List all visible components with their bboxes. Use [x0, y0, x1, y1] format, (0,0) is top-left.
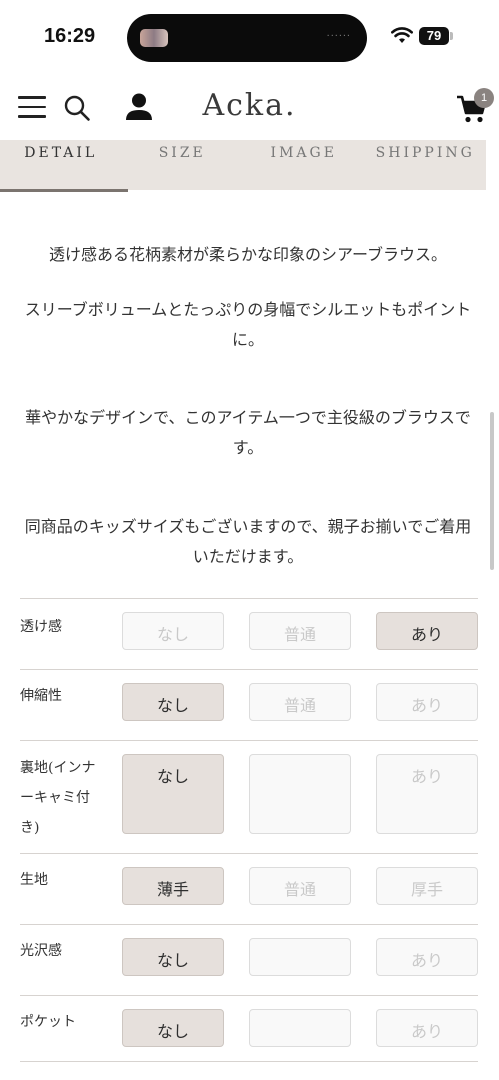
attribute-option [249, 938, 351, 976]
attribute-option: 普通 [249, 867, 351, 905]
attribute-option [249, 754, 351, 834]
attribute-row-gloss: 光沢感 なし あり [20, 924, 478, 995]
attribute-row-pocket: ポケット なし あり [20, 995, 478, 1062]
attribute-option [249, 1009, 351, 1047]
attribute-row-fabric: 生地 薄手 普通 厚手 [20, 853, 478, 924]
attribute-option: なし [122, 612, 224, 650]
attribute-option: あり [376, 754, 478, 834]
attribute-option-selected: なし [122, 1009, 224, 1047]
attribute-label: 伸縮性 [20, 688, 62, 704]
attribute-option-selected: 薄手 [122, 867, 224, 905]
description-paragraph: 同商品のキッズサイズもございますので、親子お揃いでご着用いただけます。 [24, 517, 472, 566]
attribute-option-selected: なし [122, 754, 224, 834]
battery-icon: 79 [419, 27, 449, 45]
tab-detail[interactable]: DETAIL [0, 140, 128, 192]
site-header: Acka. [0, 80, 499, 138]
attribute-option: あり [376, 938, 478, 976]
description-paragraph: 透け感ある花柄素材が柔らかな印象のシアーブラウス。 [48, 245, 448, 264]
tab-size[interactable]: SIZE [122, 140, 244, 190]
attribute-label: ポケット [20, 1014, 76, 1030]
attribute-row-stretch: 伸縮性 なし 普通 あり [20, 669, 478, 740]
media-thumbnail [140, 29, 168, 47]
description-paragraph: 華やかなデザインで、このアイテム一つで主役級のブラウスです。 [25, 408, 471, 457]
island-dots: ...... [326, 27, 351, 39]
scrollbar[interactable] [490, 412, 494, 570]
status-time: 16:29 [44, 25, 96, 47]
wifi-icon [391, 27, 413, 43]
attribute-option-selected: あり [376, 612, 478, 650]
attribute-label: 生地 [20, 872, 48, 888]
dynamic-island: ...... [127, 14, 367, 62]
product-info-tabs: DETAIL SIZE IMAGE SHIPPING [0, 140, 487, 192]
attribute-option-selected: なし [122, 938, 224, 976]
battery-tip [450, 32, 453, 40]
cart-count-badge: 1 [474, 88, 494, 108]
attribute-option: 厚手 [376, 867, 478, 905]
attribute-option: 普通 [249, 683, 351, 721]
attribute-option: 普通 [249, 612, 351, 650]
attribute-option: あり [376, 683, 478, 721]
tab-shipping[interactable]: SHIPPING [365, 140, 487, 190]
tab-image[interactable]: IMAGE [243, 140, 365, 190]
product-attributes-table: 透け感 なし 普通 あり 伸縮性 なし 普通 あり 裏地(インナーキャミ付き) … [20, 598, 478, 1062]
attribute-label: 光沢感 [20, 943, 62, 959]
attribute-label: 透け感 [20, 619, 62, 635]
attribute-row-lining: 裏地(インナーキャミ付き) なし あり [20, 740, 478, 853]
brand-logo[interactable]: Acka. [0, 88, 499, 123]
attribute-row-sheerness: 透け感 なし 普通 あり [20, 598, 478, 669]
description-paragraph: スリーブボリュームとたっぷりの身幅でシルエットもポイントに。 [24, 300, 472, 349]
attribute-option: あり [376, 1009, 478, 1047]
attribute-option-selected: なし [122, 683, 224, 721]
attribute-label: 裏地(インナーキャミ付き) [20, 760, 96, 836]
status-bar: 16:29 ...... 79 [0, 0, 499, 78]
